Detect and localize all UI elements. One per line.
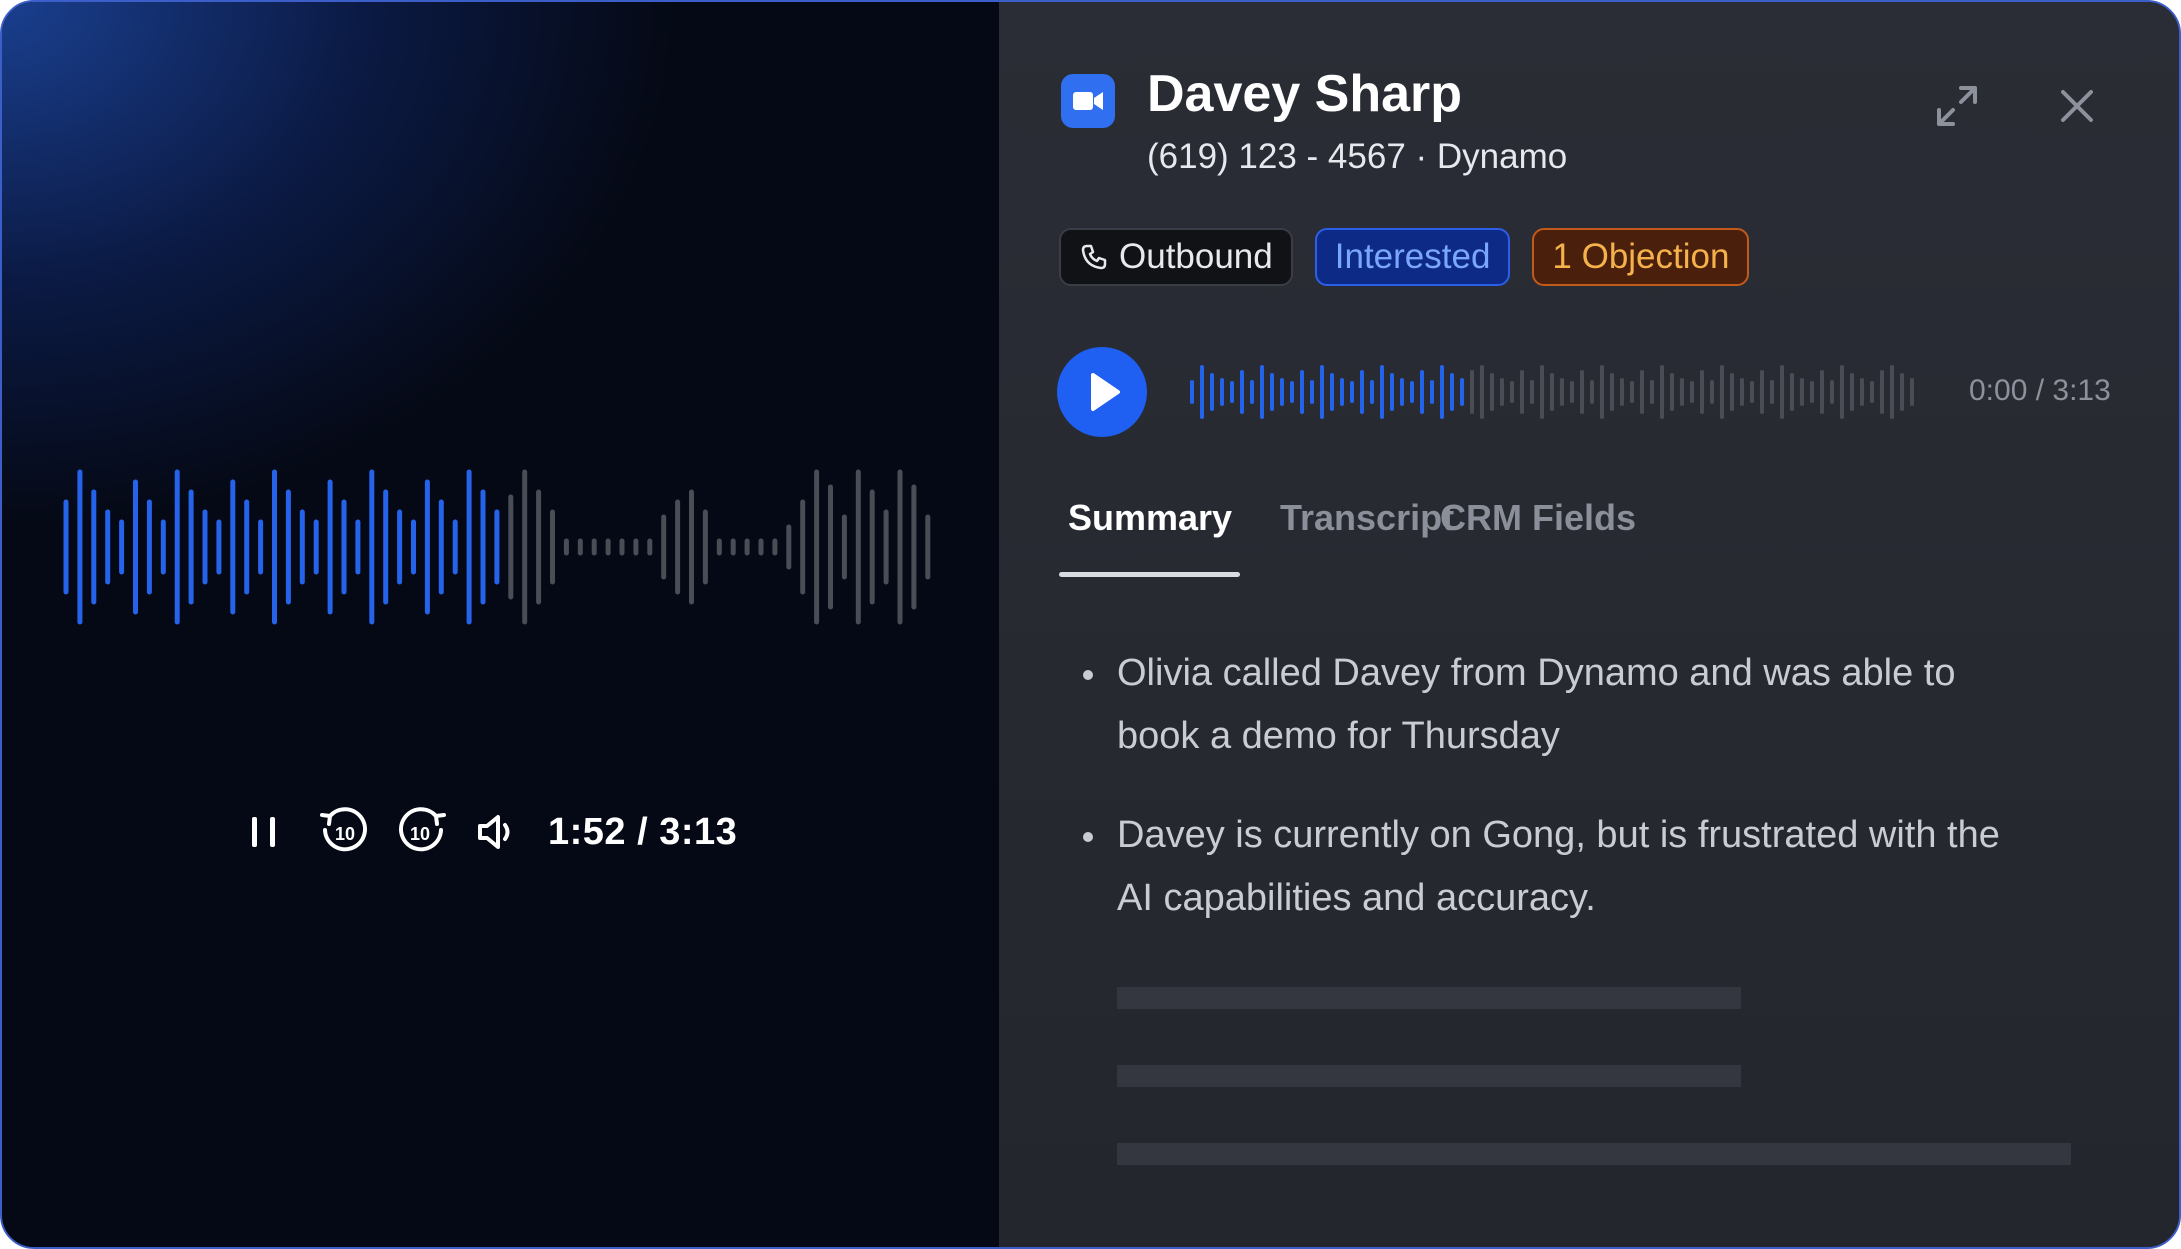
video-panel: 10 10 1:52 / 3:13 [2, 2, 999, 1247]
call-tags: Outbound Interested 1 Objection [1059, 228, 1771, 286]
tab-crm-fields[interactable]: CRM Fields [1440, 497, 1636, 539]
expand-button[interactable] [1933, 82, 1981, 130]
detail-tabs: Summary Transcript CRM Fields [1059, 497, 2059, 577]
outbound-tag: Outbound [1059, 228, 1293, 286]
mini-playback-time: 0:00 / 3:13 [1969, 374, 2111, 407]
loading-placeholder-line [1117, 1065, 1741, 1087]
close-icon [2061, 90, 2093, 122]
active-tab-indicator [1059, 572, 1240, 577]
large-waveform[interactable] [62, 462, 932, 632]
playback-time: 1:52 / 3:13 [548, 810, 738, 853]
play-button[interactable] [1057, 347, 1147, 437]
mini-waveform[interactable] [1189, 362, 1919, 422]
tab-transcript[interactable]: Transcript [1280, 497, 1454, 539]
summary-item: Davey is currently on Gong, but is frust… [1059, 804, 2039, 930]
rewind-10-icon: 10 [320, 807, 367, 852]
forward-10-icon: 10 [399, 807, 446, 852]
objection-label: 1 Objection [1552, 237, 1730, 276]
contact-name: Davey Sharp [1147, 65, 1463, 123]
play-icon [1091, 373, 1120, 411]
zoom-video-icon [1061, 74, 1115, 128]
rewind-10-button[interactable]: 10 [316, 804, 372, 860]
tab-summary[interactable]: Summary [1068, 497, 1232, 539]
forward-10-button[interactable]: 10 [394, 804, 450, 860]
svg-text:10: 10 [335, 824, 355, 844]
summary-list: Olivia called Davey from Dynamo and was … [1059, 642, 2039, 966]
details-panel: Davey Sharp (619) 123 - 4567 · Dynamo Ou… [999, 2, 2179, 1247]
call-detail-card: 10 10 1:52 / 3:13 Davey Sharp (619) 123 … [0, 0, 2181, 1249]
volume-icon [478, 815, 510, 849]
expand-icon [1937, 86, 1977, 126]
interested-tag: Interested [1314, 228, 1511, 286]
interested-label: Interested [1334, 237, 1491, 276]
close-button[interactable] [2057, 86, 2097, 126]
contact-details: (619) 123 - 4567 · Dynamo [1147, 137, 1568, 176]
loading-placeholder-line [1117, 987, 1741, 1009]
playback-controls: 10 10 1:52 / 3:13 [242, 802, 737, 862]
pause-icon [252, 817, 275, 847]
volume-button[interactable] [472, 807, 522, 857]
phone-icon [1081, 244, 1107, 270]
summary-item: Olivia called Davey from Dynamo and was … [1059, 642, 2039, 768]
loading-placeholder-line [1117, 1143, 2071, 1165]
objection-tag: 1 Objection [1532, 228, 1750, 286]
pause-button[interactable] [242, 810, 286, 854]
outbound-label: Outbound [1119, 237, 1273, 276]
svg-text:10: 10 [410, 824, 430, 844]
video-camera-icon [1073, 92, 1103, 110]
